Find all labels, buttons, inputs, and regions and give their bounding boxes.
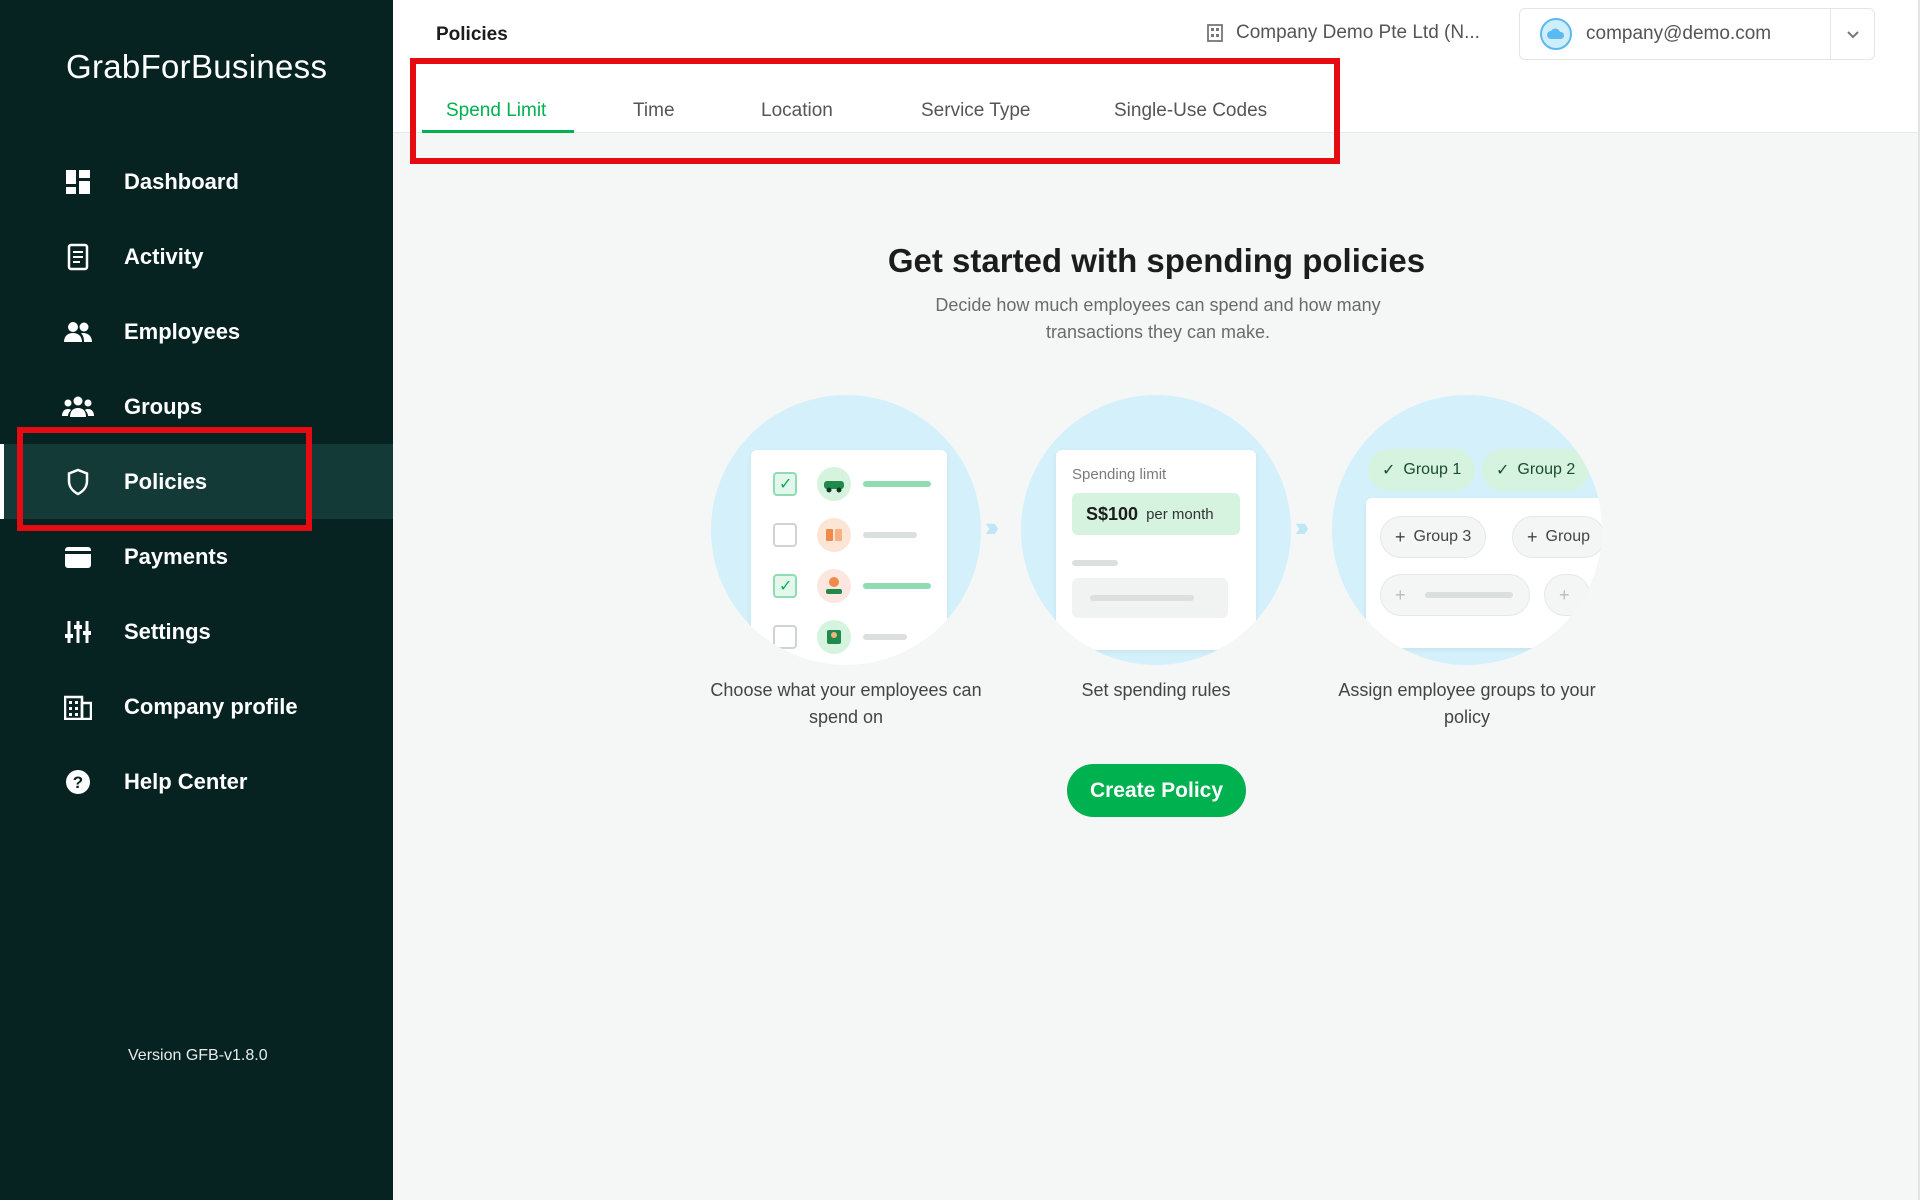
account-email: company@demo.com: [1586, 23, 1772, 44]
page-title: Policies: [436, 24, 508, 45]
sidebar-item-groups[interactable]: Groups: [0, 369, 393, 444]
sidebar-item-activity[interactable]: Activity: [0, 219, 393, 294]
help-icon: ?: [62, 766, 94, 798]
sidebar: GrabForBusiness Dashboard Activity Emplo…: [0, 0, 393, 1200]
tab-service-type[interactable]: Service Type: [921, 100, 1030, 133]
receipt-icon: [62, 241, 94, 273]
list-item-bar: [863, 583, 931, 589]
step-label-3: Assign employee groups to your policy: [1338, 680, 1596, 727]
limit-amount: S$100: [1086, 503, 1139, 524]
wallet-icon: [62, 541, 94, 573]
policy-tabs: Spend Limit Time Location Service Type S…: [393, 70, 1920, 133]
sidebar-item-settings[interactable]: Settings: [0, 594, 393, 669]
sidebar-item-policies[interactable]: Policies: [0, 444, 393, 519]
people-icon: [62, 316, 94, 348]
sidebar-item-company-profile[interactable]: Company profile: [0, 669, 393, 744]
dashboard-icon: [62, 166, 94, 198]
sidebar-nav: Dashboard Activity Employees Groups Poli…: [0, 144, 393, 819]
group-icon: [62, 391, 94, 423]
empty-state-title: Get started with spending policies: [887, 242, 1426, 279]
company-selector[interactable]: Company Demo Pte Ltd (N...: [1206, 22, 1480, 44]
group-chip-placeholder: +: [1380, 574, 1530, 616]
step-label-1: Choose what your employees can spend on: [710, 680, 982, 727]
sidebar-item-label: Policies: [124, 468, 208, 494]
company-name: Company Demo Pte Ltd (N...: [1236, 22, 1480, 43]
placeholder-bar: [1072, 560, 1118, 566]
empty-state-subtitle: Decide how much employees can spend and …: [935, 295, 1381, 342]
sidebar-item-payments[interactable]: Payments: [0, 519, 393, 594]
list-item-bar: [863, 481, 931, 487]
category-list-card: [751, 450, 947, 665]
step-illustration-spending-rules: Spending limit S$100 per month: [1021, 395, 1291, 665]
tab-spend-limit[interactable]: Spend Limit: [421, 100, 575, 133]
cloud-icon: [1547, 28, 1565, 39]
svg-text:?: ?: [73, 773, 83, 792]
sidebar-item-help-center[interactable]: ? Help Center: [0, 744, 393, 819]
create-policy-button[interactable]: Create Policy: [1067, 764, 1246, 817]
sidebar-item-label: Company profile: [124, 693, 298, 719]
sidebar-item-employees[interactable]: Employees: [0, 294, 393, 369]
limit-period: per month: [1146, 505, 1214, 523]
placeholder-field: [1072, 578, 1228, 618]
spending-limit-card: Spending limit S$100 per month: [1056, 450, 1256, 650]
group-picker-card: + Group 3 + Group + +: [1366, 498, 1602, 648]
group-chip-available: + Group: [1512, 516, 1602, 558]
group-chip-selected: ✓ Group 2: [1482, 449, 1590, 491]
group-chip-available: + Group 3: [1380, 516, 1487, 558]
building-icon: [62, 691, 94, 723]
step-label-2: Set spending rules: [1081, 680, 1231, 700]
building-icon: [1207, 24, 1223, 42]
express-icon: [817, 620, 851, 654]
spending-limit-label: Spending limit: [1072, 466, 1167, 483]
step-illustration-spend-categories: [711, 395, 981, 665]
list-item-bar: [863, 634, 907, 640]
shield-icon: [62, 466, 94, 498]
account-menu[interactable]: company@demo.com: [1519, 8, 1875, 60]
step-illustration-assign-groups: ✓ Group 1 ✓ Group 2 + Group 3 + Group + +: [1332, 395, 1602, 665]
sidebar-item-label: Employees: [124, 318, 241, 344]
group-chip-selected: ✓ Group 1: [1368, 449, 1476, 491]
sliders-icon: [62, 616, 94, 648]
sidebar-item-label: Groups: [124, 393, 203, 419]
chevrons-right-icon: ›››: [985, 512, 999, 542]
sidebar-item-label: Help Center: [124, 768, 248, 794]
group-chip-placeholder: +: [1544, 574, 1590, 616]
checkbox: [773, 625, 797, 649]
checkbox-checked: [773, 574, 797, 598]
tab-single-use-codes[interactable]: Single-Use Codes: [1114, 100, 1267, 133]
chevrons-right-icon: ›››: [1295, 512, 1309, 542]
sidebar-item-label: Activity: [124, 243, 204, 269]
car-icon: [817, 467, 851, 501]
tab-time[interactable]: Time: [633, 100, 675, 133]
top-header: Policies Company Demo Pte Ltd (N... comp…: [393, 0, 1920, 70]
food-icon: [817, 518, 851, 552]
list-item-bar: [863, 532, 917, 538]
limit-amount-chip: S$100 per month: [1072, 493, 1240, 535]
checkbox: [773, 523, 797, 547]
sidebar-item-label: Settings: [124, 618, 211, 644]
checkbox-checked: [773, 472, 797, 496]
delivery-icon: [817, 569, 851, 603]
sidebar-item-label: Dashboard: [124, 168, 239, 194]
version-label: Version GFB-v1.8.0: [128, 1047, 268, 1064]
avatar: [1540, 18, 1572, 50]
chevron-down-icon[interactable]: [1830, 8, 1874, 60]
tab-location[interactable]: Location: [761, 100, 833, 133]
sidebar-item-label: Payments: [124, 543, 228, 569]
sidebar-item-dashboard[interactable]: Dashboard: [0, 144, 393, 219]
app-logo[interactable]: GrabForBusiness: [66, 48, 327, 86]
